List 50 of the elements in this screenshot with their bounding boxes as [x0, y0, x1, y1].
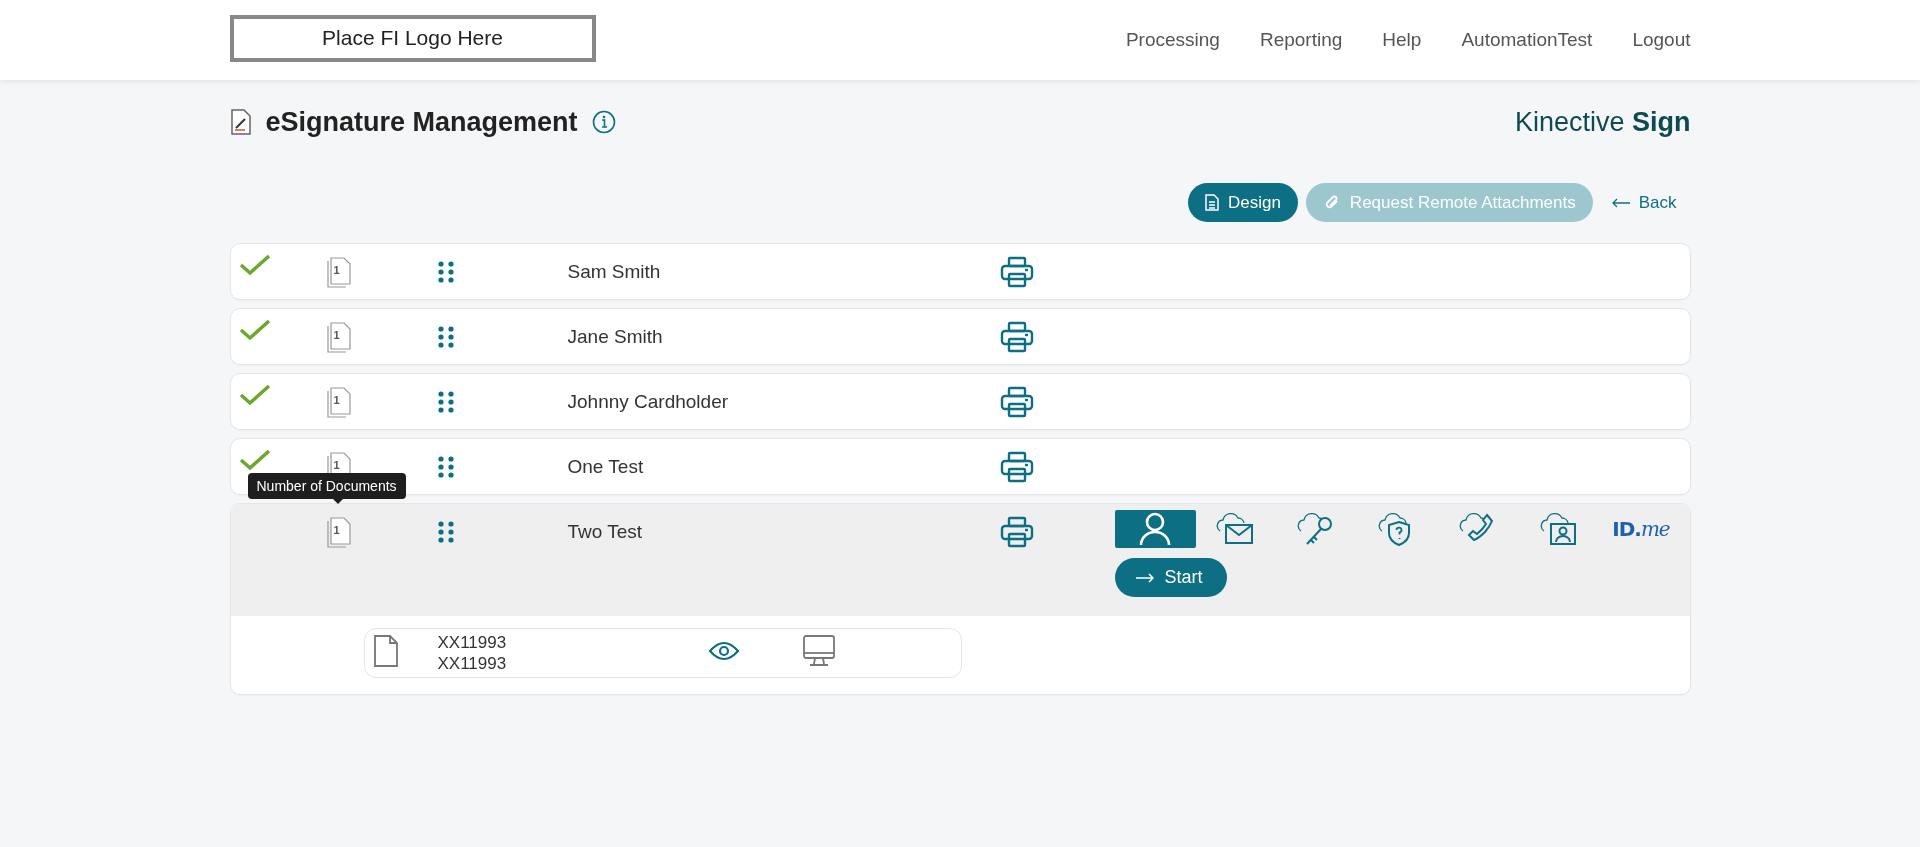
cloud-envelope-icon: [1216, 511, 1256, 547]
document-stack-icon: [324, 385, 353, 418]
printer-icon[interactable]: [999, 515, 1034, 548]
design-button[interactable]: Design: [1187, 183, 1298, 222]
document-title: XX11993: [437, 632, 508, 653]
idme-logo[interactable]: ID.me: [1600, 510, 1682, 548]
arrow-left-icon: [1610, 197, 1631, 208]
tooltip: Number of Documents: [247, 473, 406, 499]
monitor-icon[interactable]: [802, 635, 835, 667]
printer-icon[interactable]: [999, 320, 1034, 353]
printer-icon[interactable]: [999, 450, 1034, 483]
document-count: 1: [333, 458, 340, 471]
nav-link[interactable]: Reporting: [1259, 29, 1343, 51]
signer-name: Jane Smith: [567, 325, 663, 348]
tooltip-pointer: [331, 498, 344, 504]
brand-logo: Kinective Sign: [1514, 106, 1691, 138]
signer-name: Two Test: [567, 520, 643, 543]
document-icon: [1204, 194, 1219, 211]
signed-document-icon: [229, 109, 252, 135]
signer-name: One Test: [567, 455, 644, 478]
document-count: 1: [333, 393, 340, 406]
signer-name: Johnny Cardholder: [567, 390, 729, 413]
page-title: eSignature Management: [265, 106, 578, 138]
document-count: 1: [333, 523, 340, 536]
printer-icon[interactable]: [999, 385, 1034, 418]
arrow-right-icon: [1134, 572, 1155, 583]
document-stack-icon: [324, 320, 353, 353]
document-stack-icon: [324, 255, 353, 288]
auth-method-button[interactable]: [1114, 510, 1196, 548]
printer-icon[interactable]: [999, 255, 1034, 288]
drag-handle-icon[interactable]: [437, 325, 454, 348]
nav-link[interactable]: AutomationTest: [1461, 29, 1593, 51]
nav-link[interactable]: Help: [1382, 29, 1422, 51]
drag-handle-icon[interactable]: [437, 455, 454, 478]
back-link[interactable]: Back: [1610, 192, 1691, 213]
signer-name: Sam Smith: [567, 260, 661, 283]
drag-handle-icon[interactable]: [437, 520, 454, 543]
file-icon: [372, 635, 399, 667]
drag-handle-icon[interactable]: [437, 260, 454, 283]
document-count: 1: [333, 263, 340, 276]
info-icon[interactable]: [591, 110, 616, 134]
document-stack-icon: [324, 515, 353, 548]
nav-link[interactable]: Processing: [1125, 29, 1220, 51]
start-button[interactable]: Start: [1114, 558, 1227, 597]
eye-icon[interactable]: [707, 641, 740, 661]
logo-box: Place FI Logo Here: [229, 14, 596, 62]
nav-link[interactable]: Logout: [1632, 29, 1691, 51]
drag-handle-icon[interactable]: [437, 390, 454, 413]
document-count: 1: [333, 328, 340, 341]
document-subtitle: XX11993: [437, 653, 508, 674]
